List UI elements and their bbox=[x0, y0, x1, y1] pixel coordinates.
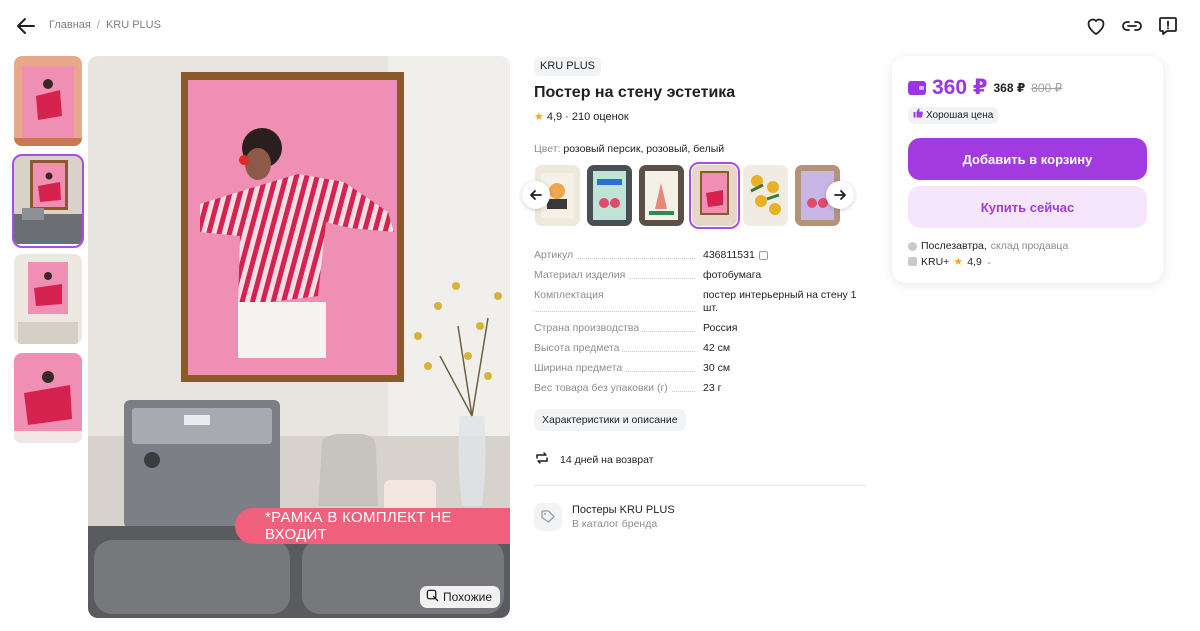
carousel-prev-button[interactable] bbox=[522, 181, 550, 209]
spec-key: Ширина предмета bbox=[534, 362, 626, 374]
thumbnail[interactable] bbox=[14, 56, 82, 146]
reviews-count: 210 оценок bbox=[571, 110, 629, 123]
breadcrumb-brand[interactable]: KRU PLUS bbox=[106, 19, 161, 31]
search-image-icon bbox=[426, 589, 439, 605]
good-price-badge[interactable]: Хорошая цена bbox=[908, 107, 999, 124]
thumbnail-active[interactable] bbox=[12, 154, 84, 248]
card-price: 360 ₽ bbox=[932, 76, 988, 99]
variant-option[interactable] bbox=[639, 165, 684, 226]
seller-name: KRU+ bbox=[921, 255, 950, 268]
chevron-down-icon: ⌄ bbox=[985, 257, 993, 266]
report-icon[interactable] bbox=[1156, 14, 1180, 38]
rating-separator: · bbox=[565, 110, 569, 123]
similar-label: Похожие bbox=[443, 590, 492, 604]
spec-value: 42 см bbox=[703, 342, 731, 354]
spec-row: Вес товара без упаковки (г) 23 г bbox=[534, 382, 864, 395]
top-actions bbox=[1084, 14, 1180, 38]
spec-value: 30 см bbox=[703, 362, 731, 374]
breadcrumb: Главная / KRU PLUS bbox=[49, 19, 161, 31]
spec-value: 23 г bbox=[703, 382, 722, 394]
thumbnail[interactable] bbox=[14, 254, 82, 344]
buy-card: 360 ₽ 368 ₽ 800 ₽ Хорошая цена Добавить … bbox=[892, 56, 1163, 283]
heart-icon[interactable] bbox=[1084, 14, 1108, 38]
catalog-subtitle: В каталог бренда bbox=[572, 518, 658, 530]
return-text: 14 дней на возврат bbox=[560, 453, 654, 466]
breadcrumb-home[interactable]: Главная bbox=[49, 19, 91, 31]
delivery-icon bbox=[908, 241, 917, 251]
tag-icon bbox=[534, 503, 562, 531]
spec-row: Комплектация постер интерьерный на стену… bbox=[534, 289, 864, 315]
add-to-cart-button[interactable]: Добавить в корзину bbox=[908, 138, 1147, 180]
spec-value: 436811531 bbox=[703, 249, 755, 261]
star-icon: ★ bbox=[953, 256, 964, 268]
color-label: Цвет: bbox=[534, 143, 561, 155]
regular-price: 368 ₽ bbox=[993, 80, 1026, 95]
spec-key: Страна производства bbox=[534, 322, 643, 334]
variant-option-selected[interactable] bbox=[689, 162, 740, 229]
spec-value: Россия bbox=[703, 322, 738, 334]
spec-value: фотобумага bbox=[703, 269, 762, 281]
wallet-icon bbox=[908, 80, 926, 95]
main-product-image[interactable]: *РАМКА В КОМПЛЕКТ НЕ ВХОДИТ Похожие bbox=[88, 56, 510, 618]
spec-row: Артикул 436811531 bbox=[534, 249, 864, 262]
breadcrumb-separator: / bbox=[96, 19, 100, 31]
divider bbox=[534, 485, 866, 486]
good-price-label: Хорошая цена bbox=[926, 110, 994, 121]
product-title: Постер на стену эстетика bbox=[534, 84, 736, 101]
frame-not-included-banner: *РАМКА В КОМПЛЕКТ НЕ ВХОДИТ bbox=[235, 508, 510, 544]
spec-row: Материал изделия фотобумага bbox=[534, 269, 864, 282]
specs-table: Артикул 436811531 Материал изделия фотоб… bbox=[534, 249, 864, 402]
description-button[interactable]: Характеристики и описание bbox=[534, 409, 686, 431]
thumbnail[interactable] bbox=[14, 353, 82, 443]
variant-option[interactable] bbox=[587, 165, 632, 226]
return-arrows-icon bbox=[534, 450, 550, 469]
spec-value: постер интерьерный на стену 1 шт. bbox=[703, 289, 857, 314]
brand-catalog-link[interactable]: Постеры KRU PLUS В каталог бренда bbox=[534, 503, 675, 531]
seller-rating: 4,9 bbox=[967, 255, 982, 268]
spec-key: Вес товара без упаковки (г) bbox=[534, 382, 671, 394]
color-value: розовый персик, розовый, белый bbox=[563, 143, 725, 155]
carousel-next-button[interactable] bbox=[826, 181, 854, 209]
spec-key: Комплектация bbox=[534, 289, 607, 301]
delivery-date: Послезавтра, bbox=[921, 240, 987, 252]
buy-now-button[interactable]: Купить сейчас bbox=[908, 186, 1147, 228]
copy-icon[interactable] bbox=[758, 250, 768, 260]
color-line: Цвет: розовый персик, розовый, белый bbox=[534, 143, 724, 155]
star-icon: ★ bbox=[534, 111, 544, 123]
variant-carousel bbox=[522, 162, 857, 229]
spec-row: Страна производства Россия bbox=[534, 322, 864, 335]
delivery-source: склад продавца bbox=[990, 240, 1069, 252]
rating[interactable]: ★ 4,9 · 210 оценок bbox=[534, 110, 629, 124]
spec-key: Артикул bbox=[534, 249, 577, 261]
seller-info[interactable]: KRU+ ★ 4,9 ⌄ bbox=[908, 255, 993, 268]
spec-row: Высота предмета 42 см bbox=[534, 342, 864, 355]
spec-key: Материал изделия bbox=[534, 269, 629, 281]
variant-option[interactable] bbox=[743, 165, 788, 226]
brand-chip[interactable]: KRU PLUS bbox=[534, 57, 602, 76]
store-icon bbox=[908, 257, 917, 266]
link-icon[interactable] bbox=[1120, 14, 1144, 38]
old-price: 800 ₽ bbox=[1031, 80, 1063, 95]
return-policy[interactable]: 14 дней на возврат bbox=[534, 450, 654, 469]
thumbs-up-icon bbox=[913, 107, 923, 124]
spec-key: Высота предмета bbox=[534, 342, 623, 354]
catalog-title: Постеры KRU PLUS bbox=[572, 504, 675, 516]
back-arrow-icon[interactable] bbox=[14, 14, 38, 38]
spec-row: Ширина предмета 30 см bbox=[534, 362, 864, 375]
similar-button[interactable]: Похожие bbox=[420, 586, 500, 608]
delivery-info: Послезавтра, склад продавца bbox=[908, 240, 1068, 252]
price-row: 360 ₽ 368 ₽ 800 ₽ bbox=[908, 75, 1062, 100]
rating-value: 4,9 bbox=[546, 110, 563, 123]
